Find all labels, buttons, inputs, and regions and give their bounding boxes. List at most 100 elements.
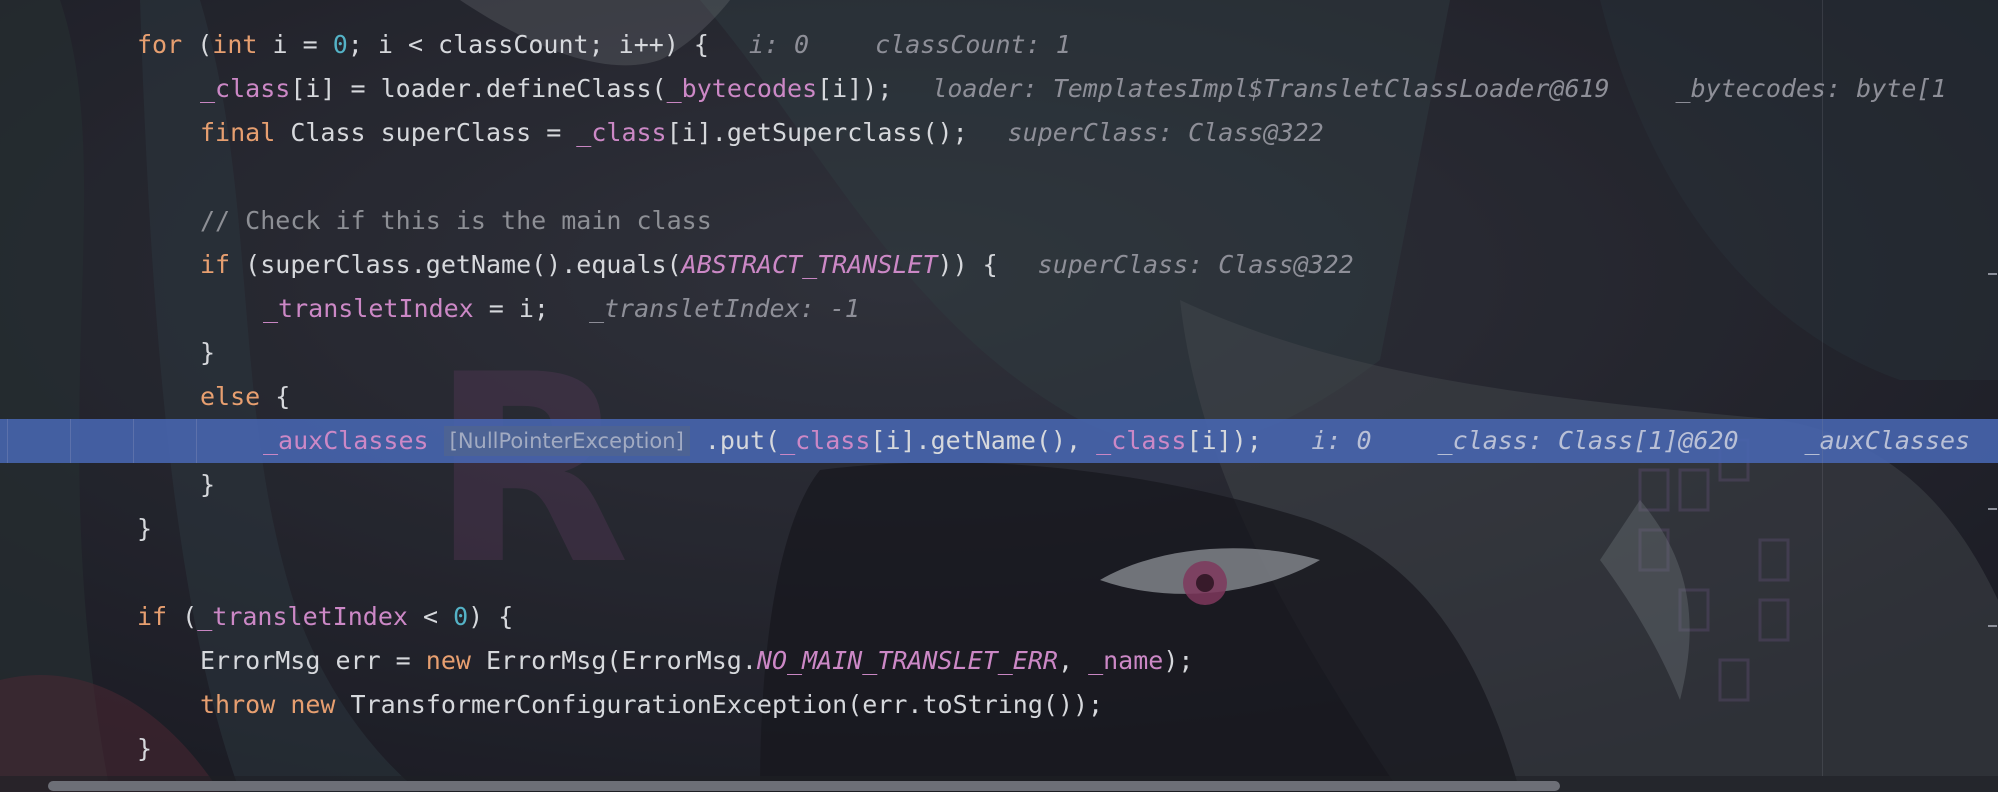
code-line[interactable]: if (superClass.getName().equals(ABSTRACT… bbox=[0, 243, 1998, 287]
code-token: _auxClasses bbox=[263, 426, 429, 455]
code-token: int bbox=[212, 30, 258, 59]
code-line[interactable]: } bbox=[0, 331, 1998, 375]
code-text: // Check if this is the main class bbox=[200, 199, 712, 243]
code-token: [i].getName(), bbox=[870, 426, 1097, 455]
debug-inline-value[interactable]: superClass: Class@322 bbox=[1008, 111, 1324, 155]
code-token: [i]); bbox=[817, 74, 893, 103]
code-token: _class bbox=[576, 118, 667, 147]
code-token: [i] = loader.defineClass( bbox=[290, 74, 667, 103]
code-line[interactable]: if (_transletIndex < 0) { bbox=[0, 595, 1998, 639]
debug-inline-value[interactable]: i: 0 bbox=[1311, 419, 1371, 463]
code-token: _class bbox=[1096, 426, 1187, 455]
code-text: _transletIndex = i; bbox=[263, 287, 549, 331]
debug-inline-value[interactable]: _auxClasses bbox=[1805, 419, 1971, 463]
code-token: } bbox=[200, 338, 216, 367]
indent-guide bbox=[133, 419, 134, 463]
code-text: } bbox=[200, 331, 215, 375]
code-token: new bbox=[290, 690, 336, 719]
code-token: TransformerConfigurationException(err.to… bbox=[335, 690, 1104, 719]
code-text: for (int i = 0; i < classCount; i++) { bbox=[137, 23, 709, 67]
code-text: final Class superClass = _class[i].getSu… bbox=[200, 111, 968, 155]
code-line[interactable]: // Check if this is the main class bbox=[0, 199, 1998, 243]
code-token: final bbox=[200, 118, 276, 147]
code-token: _bytecodes bbox=[666, 74, 818, 103]
code-token: ErrorMsg(ErrorMsg. bbox=[470, 646, 757, 675]
scroll-marker bbox=[1988, 273, 1997, 275]
debug-inline-value[interactable]: superClass: Class@322 bbox=[1038, 243, 1354, 287]
code-token: 0 bbox=[332, 30, 348, 59]
code-token: new bbox=[425, 646, 471, 675]
debug-inline-value[interactable]: _transletIndex: -1 bbox=[589, 287, 860, 331]
debug-inline-value[interactable]: loader: TemplatesImpl$TransletClassLoade… bbox=[932, 67, 1609, 111]
code-token: _transletIndex bbox=[197, 602, 408, 631]
code-token: throw bbox=[200, 690, 276, 719]
code-token: i = bbox=[257, 30, 333, 59]
code-token: .put( bbox=[689, 426, 781, 455]
code-line[interactable]: } bbox=[0, 507, 1998, 551]
indent-guide bbox=[70, 419, 71, 463]
horizontal-scrollbar-thumb[interactable] bbox=[48, 781, 1560, 791]
code-token: ) { bbox=[468, 602, 514, 631]
indent-guide bbox=[196, 419, 197, 463]
code-token: ; i < classCount; i++) { bbox=[347, 30, 709, 59]
debug-inline-value[interactable]: classCount: 1 bbox=[875, 23, 1071, 67]
code-token: } bbox=[137, 734, 153, 763]
indent-guide bbox=[7, 419, 8, 463]
code-token: = i; bbox=[473, 294, 549, 323]
code-token: } bbox=[200, 470, 216, 499]
debug-inline-value[interactable]: i: 0 bbox=[749, 23, 809, 67]
code-token: Class superClass = bbox=[275, 118, 577, 147]
code-line[interactable]: _class[i] = loader.defineClass(_bytecode… bbox=[0, 67, 1998, 111]
code-token: ErrorMsg err = bbox=[200, 646, 426, 675]
code-text: throw new TransformerConfigurationExcept… bbox=[200, 683, 1103, 727]
code-line[interactable]: } bbox=[0, 463, 1998, 507]
debug-inline-value[interactable]: _bytecodes: byte[1 bbox=[1676, 67, 1947, 111]
code-text: else { bbox=[200, 375, 290, 419]
code-line-current-execution[interactable]: _auxClasses [NullPointerException] .put(… bbox=[0, 419, 1998, 463]
code-line[interactable]: else { bbox=[0, 375, 1998, 419]
scroll-marker bbox=[1988, 508, 1997, 510]
code-token: )) { bbox=[937, 250, 998, 279]
right-margin-guide bbox=[1822, 0, 1823, 776]
code-token: if bbox=[137, 602, 168, 631]
code-token: _transletIndex bbox=[263, 294, 474, 323]
code-text: } bbox=[137, 507, 152, 551]
code-text: _class[i] = loader.defineClass(_bytecode… bbox=[200, 67, 892, 111]
code-token: [i].getSuperclass(); bbox=[666, 118, 968, 147]
code-line[interactable]: for (int i = 0; i < classCount; i++) { i:… bbox=[0, 23, 1998, 67]
code-token: _name bbox=[1088, 646, 1164, 675]
code-token: _class bbox=[780, 426, 871, 455]
code-line[interactable]: } bbox=[0, 727, 1998, 771]
code-token: // Check if this is the main class bbox=[200, 206, 712, 235]
code-token: 0 bbox=[453, 602, 469, 631]
scroll-marker bbox=[1988, 625, 1997, 627]
code-token: else bbox=[200, 382, 261, 411]
code-token: ABSTRACT_TRANSLET bbox=[681, 250, 938, 279]
exception-inlay-badge: [NullPointerException] bbox=[443, 426, 690, 456]
code-text: _auxClasses [NullPointerException] .put(… bbox=[263, 419, 1262, 463]
code-token: ); bbox=[1163, 646, 1194, 675]
code-text: } bbox=[200, 463, 215, 507]
code-line[interactable]: _transletIndex = i; _transletIndex: -1 bbox=[0, 287, 1998, 331]
code-token: [i]); bbox=[1186, 426, 1262, 455]
code-token: NO_MAIN_TRANSLET_ERR bbox=[756, 646, 1058, 675]
code-line[interactable]: throw new TransformerConfigurationExcept… bbox=[0, 683, 1998, 727]
code-token: < bbox=[407, 602, 454, 631]
code-line[interactable]: final Class superClass = _class[i].getSu… bbox=[0, 111, 1998, 155]
code-text: } bbox=[137, 727, 152, 771]
code-token: , bbox=[1057, 646, 1089, 675]
code-editor[interactable]: for (int i = 0; i < classCount; i++) {i:… bbox=[0, 0, 1998, 792]
code-token: ( bbox=[167, 602, 198, 631]
code-token: { bbox=[260, 382, 291, 411]
code-text: ErrorMsg err = new ErrorMsg(ErrorMsg.NO_… bbox=[200, 639, 1193, 683]
code-token: if bbox=[200, 250, 231, 279]
code-text: if (_transletIndex < 0) { bbox=[137, 595, 513, 639]
code-token: ( bbox=[182, 30, 213, 59]
code-line[interactable]: ErrorMsg err = new ErrorMsg(ErrorMsg.NO_… bbox=[0, 639, 1998, 683]
code-token: for bbox=[137, 30, 183, 59]
code-token: } bbox=[137, 514, 153, 543]
debug-inline-value[interactable]: _class: Class[1]@620 bbox=[1438, 419, 1739, 463]
code-token: (superClass.getName().equals( bbox=[230, 250, 682, 279]
